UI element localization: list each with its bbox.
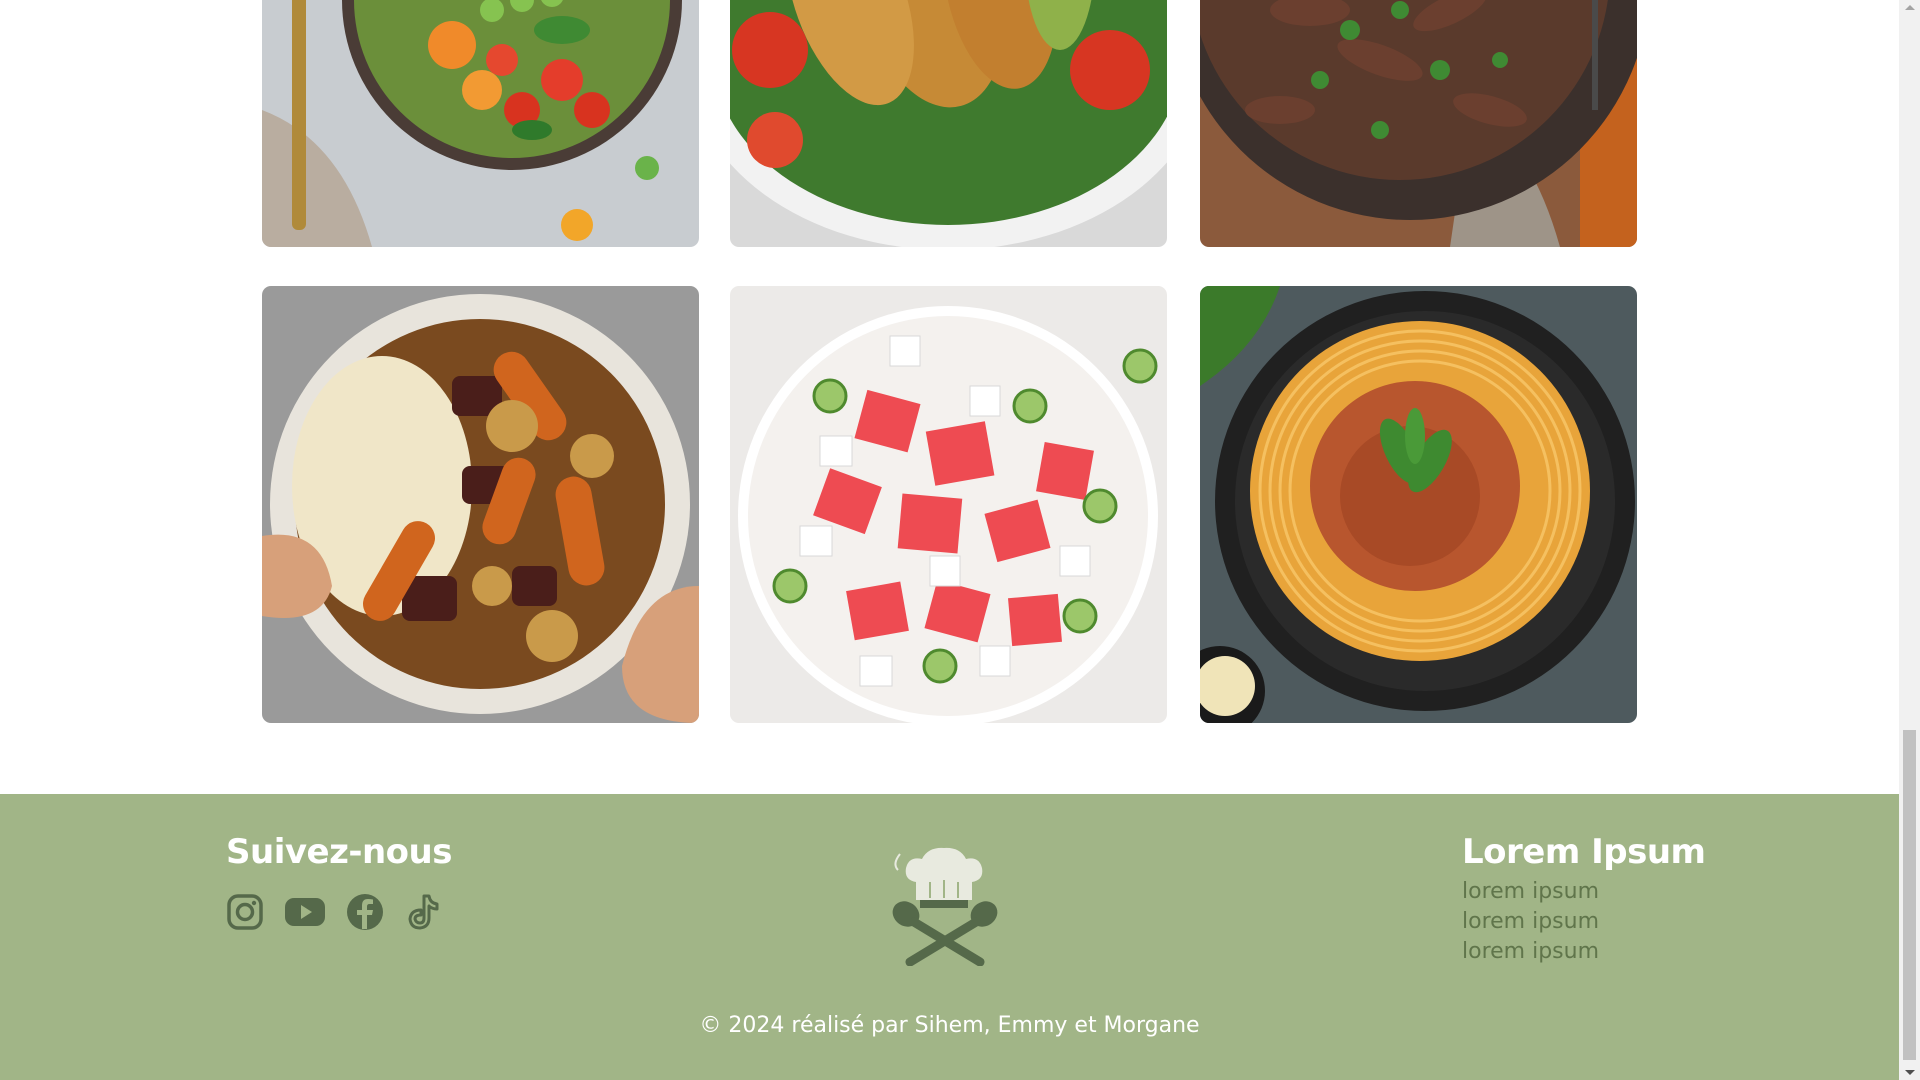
scrollbar-thumb[interactable] [1903, 730, 1916, 1060]
bowl-salad-photo [262, 0, 699, 247]
beef-stew-photo [262, 286, 699, 723]
footer-link-3[interactable]: lorem ipsum [1462, 937, 1599, 967]
footer-links: lorem ipsum lorem ipsum lorem ipsum [1462, 877, 1599, 967]
social-links [226, 893, 442, 931]
recipe-card-beef-stew[interactable] [262, 286, 699, 723]
footer-link-1[interactable]: lorem ipsum [1462, 877, 1599, 907]
follow-title: Suivez-nous [226, 832, 452, 872]
recipe-card-chicken-salad[interactable] [730, 0, 1167, 247]
copyright-text: © 2024 réalisé par Sihem, Emmy et Morgan… [699, 1013, 1200, 1038]
page: Suivez-nous Lorem Ipsum © 2024 réalisé p… [0, 0, 1899, 1080]
links-title: Lorem Ipsum [1462, 832, 1706, 872]
vertical-scrollbar[interactable] [1899, 0, 1920, 1080]
tiktok-icon[interactable] [404, 893, 442, 931]
recipe-card-beef-stirfry[interactable] [1200, 0, 1637, 247]
chicken-salad-photo [730, 0, 1167, 247]
recipe-card-watermelon-feta-salad[interactable] [730, 286, 1167, 723]
recipe-card-spaghetti-bolognese[interactable] [1200, 286, 1637, 723]
scroll-down-arrow-icon[interactable] [1905, 1070, 1915, 1075]
instagram-icon[interactable] [226, 893, 264, 931]
scroll-up-arrow-icon[interactable] [1905, 5, 1915, 10]
spaghetti-bolognese-photo [1200, 286, 1637, 723]
beef-stirfry-photo [1200, 0, 1637, 247]
footer-link-2[interactable]: lorem ipsum [1462, 907, 1599, 937]
watermelon-feta-salad-photo [730, 286, 1167, 723]
facebook-icon[interactable] [346, 893, 384, 931]
youtube-icon[interactable] [284, 893, 326, 931]
chef-hat-spoons-icon [892, 847, 998, 966]
recipe-card-bowl-salad[interactable] [262, 0, 699, 247]
